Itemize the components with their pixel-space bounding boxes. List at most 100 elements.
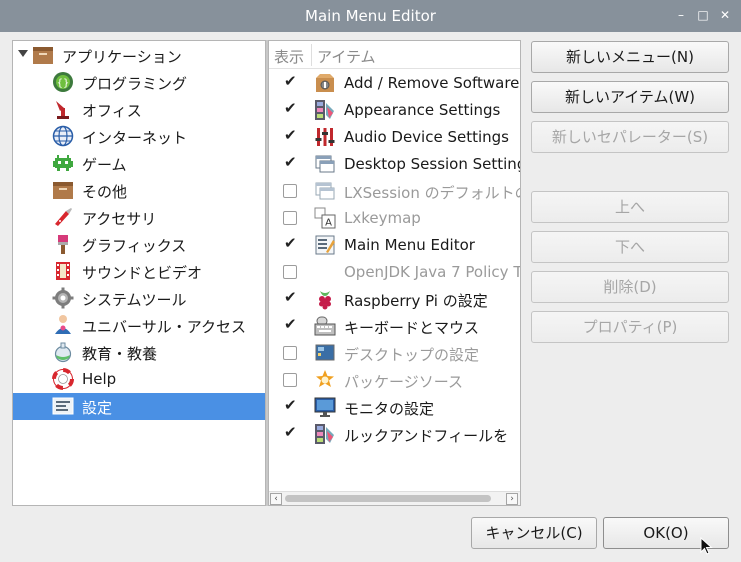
tree-item-other[interactable]: その他 [13, 177, 265, 204]
tree-item-label: アクセサリ [82, 210, 157, 228]
flask-icon [54, 342, 72, 363]
programming-icon: {} [53, 72, 73, 92]
tree-item-label: 教育・教養 [82, 345, 158, 363]
tree-item-label: グラフィックス [82, 237, 187, 255]
appearance-icon [315, 100, 334, 120]
show-checkbox[interactable]: ✔ [284, 126, 297, 144]
tree-item-label: システムツール [82, 291, 187, 309]
show-checkbox[interactable] [283, 346, 297, 360]
column-header-show[interactable]: 表示 [274, 46, 304, 67]
item-label: OpenJDK Java 7 Policy T [344, 263, 521, 281]
show-checkbox[interactable]: ✔ [284, 288, 297, 306]
delete-button[interactable]: 削除(D) [531, 271, 729, 303]
menu-tree[interactable]: アプリケーション {} プログラミング オフィス インターネット ゲーム その他… [12, 40, 266, 506]
show-checkbox[interactable]: ✔ [284, 72, 297, 90]
appearance-icon [315, 424, 334, 444]
item-label: Desktop Session Settings [344, 155, 521, 173]
paintbrush-icon [58, 235, 68, 254]
new-menu-button[interactable]: 新しいメニュー(N) [531, 41, 729, 73]
tree-item-universal-access[interactable]: ユニバーサル・アクセス [13, 312, 265, 339]
list-item[interactable]: ✔ Appearance Settings [269, 97, 520, 124]
cancel-button[interactable]: キャンセル(C) [471, 517, 597, 549]
menu-item-list[interactable]: 表示 アイテム ✔ Add / Remove Software ✔ Appear… [268, 40, 521, 506]
knife-icon [55, 208, 72, 226]
properties-button[interactable]: プロパティ(P) [531, 311, 729, 343]
close-icon[interactable]: ✕ [718, 8, 732, 22]
svg-text:{}: {} [57, 78, 70, 89]
column-header-item[interactable]: アイテム [317, 46, 376, 67]
scrollbar-thumb[interactable] [285, 495, 491, 502]
list-item[interactable]: ✔ Desktop Session Settings [269, 151, 521, 178]
svg-text:A: A [325, 218, 332, 229]
list-item[interactable]: パッケージソース [269, 367, 520, 394]
tree-item-label: ユニバーサル・アクセス [82, 318, 246, 336]
show-checkbox[interactable]: ✔ [284, 153, 297, 171]
list-item[interactable]: デスクトップの設定 [269, 340, 520, 367]
list-item[interactable]: ✔ Add / Remove Software [269, 70, 520, 97]
move-up-button[interactable]: 上へ [531, 191, 729, 223]
list-item[interactable]: ✔ キーボードとマウス [269, 313, 520, 340]
window-title: Main Menu Editor [305, 7, 436, 25]
tree-item-settings[interactable]: 設定 [13, 393, 265, 420]
list-header: 表示 アイテム [269, 41, 520, 69]
tree-item-programming[interactable]: {} プログラミング [13, 69, 265, 96]
tree-item-internet[interactable]: インターネット [13, 123, 265, 150]
tree-root-applications[interactable]: アプリケーション [13, 42, 265, 69]
tree-item-office[interactable]: オフィス [13, 96, 265, 123]
tree-item-education[interactable]: 教育・教養 [13, 339, 265, 366]
list-item[interactable]: LXSession のデフォルトの [269, 178, 521, 205]
star-gear-icon [316, 370, 334, 387]
show-checkbox[interactable]: ✔ [284, 396, 297, 414]
show-checkbox[interactable] [283, 265, 297, 279]
tree-item-sound-video[interactable]: サウンドとビデオ [13, 258, 265, 285]
new-item-button[interactable]: 新しいアイテム(W) [531, 81, 729, 113]
accessibility-icon [55, 315, 71, 334]
show-checkbox[interactable] [283, 184, 297, 198]
title-bar[interactable]: Main Menu Editor – □ ✕ [0, 0, 741, 32]
item-label: キーボードとマウス [344, 319, 480, 337]
show-checkbox[interactable]: ✔ [284, 315, 297, 333]
list-item[interactable]: ✔ モニタの設定 [269, 394, 520, 421]
list-item[interactable]: OpenJDK Java 7 Policy T [269, 259, 521, 286]
tree-item-graphics[interactable]: グラフィックス [13, 231, 265, 258]
settings-icon [52, 397, 74, 415]
tree-item-games[interactable]: ゲーム [13, 150, 265, 177]
list-item[interactable]: ✔ Raspberry Pi の設定 [269, 286, 520, 313]
list-item[interactable]: ✔ Main Menu Editor [269, 232, 520, 259]
list-item[interactable]: ✔ Audio Device Settings [269, 124, 520, 151]
game-icon [53, 155, 73, 171]
tree-item-label: その他 [82, 183, 128, 201]
show-checkbox[interactable] [283, 211, 297, 225]
show-checkbox[interactable]: ✔ [284, 423, 297, 441]
item-label: ルックアンドフィールを [344, 427, 509, 445]
scroll-left-icon[interactable]: ‹ [270, 493, 282, 505]
tree-item-label: アプリケーション [62, 48, 182, 66]
tree-item-accessories[interactable]: アクセサリ [13, 204, 265, 231]
tree-item-label: インターネット [82, 129, 188, 147]
minimize-icon[interactable]: – [674, 8, 688, 22]
tree-item-label: 設定 [82, 399, 113, 417]
item-label: LXSession のデフォルトの [344, 184, 521, 202]
scroll-right-icon[interactable]: › [506, 493, 518, 505]
expander-arrow-icon[interactable] [18, 50, 28, 57]
gear-icon [52, 287, 74, 309]
tree-item-label: サウンドとビデオ [82, 264, 203, 282]
show-checkbox[interactable]: ✔ [284, 234, 297, 252]
list-item[interactable]: ✔ ルックアンドフィールを [269, 421, 520, 448]
new-separator-button[interactable]: 新しいセパレーター(S) [531, 121, 729, 153]
move-down-button[interactable]: 下へ [531, 231, 729, 263]
keymap-icon: A [314, 207, 336, 229]
folder-icon [53, 182, 73, 199]
maximize-icon[interactable]: □ [696, 8, 710, 22]
list-item[interactable]: A Lxkeymap [269, 205, 520, 232]
horizontal-scrollbar[interactable]: ‹ › [269, 491, 520, 505]
tree-item-help[interactable]: Help [13, 366, 265, 393]
tree-item-label: オフィス [82, 102, 142, 120]
show-checkbox[interactable] [283, 373, 297, 387]
monitor-icon [314, 397, 336, 417]
item-label: デスクトップの設定 [344, 346, 480, 364]
show-checkbox[interactable]: ✔ [284, 99, 297, 117]
tree-item-system-tools[interactable]: システムツール [13, 285, 265, 312]
film-icon [56, 262, 70, 280]
globe-icon [52, 125, 74, 147]
